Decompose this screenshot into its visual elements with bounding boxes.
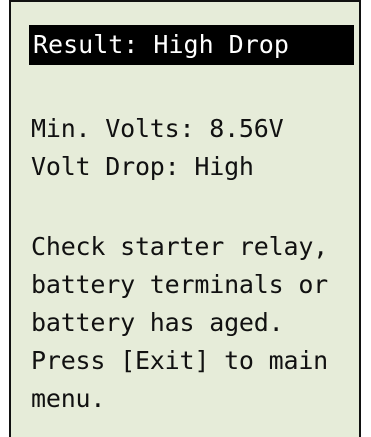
message-line-1: Check starter relay, xyxy=(31,232,329,261)
min-volts-reading: Min. Volts: 8.56V xyxy=(31,114,284,143)
result-title-bar: Result: High Drop xyxy=(29,25,354,65)
message-line-5: menu. xyxy=(31,384,106,413)
message-line-3: battery has aged. xyxy=(31,308,284,337)
volt-drop-reading: Volt Drop: High xyxy=(31,152,254,181)
lcd-screen: Result: High Drop Min. Volts: 8.56V Volt… xyxy=(9,0,361,437)
message-line-2: battery terminals or xyxy=(31,270,329,299)
message-line-4: Press [Exit] to main xyxy=(31,346,329,375)
result-title: Result: High Drop xyxy=(33,30,289,59)
